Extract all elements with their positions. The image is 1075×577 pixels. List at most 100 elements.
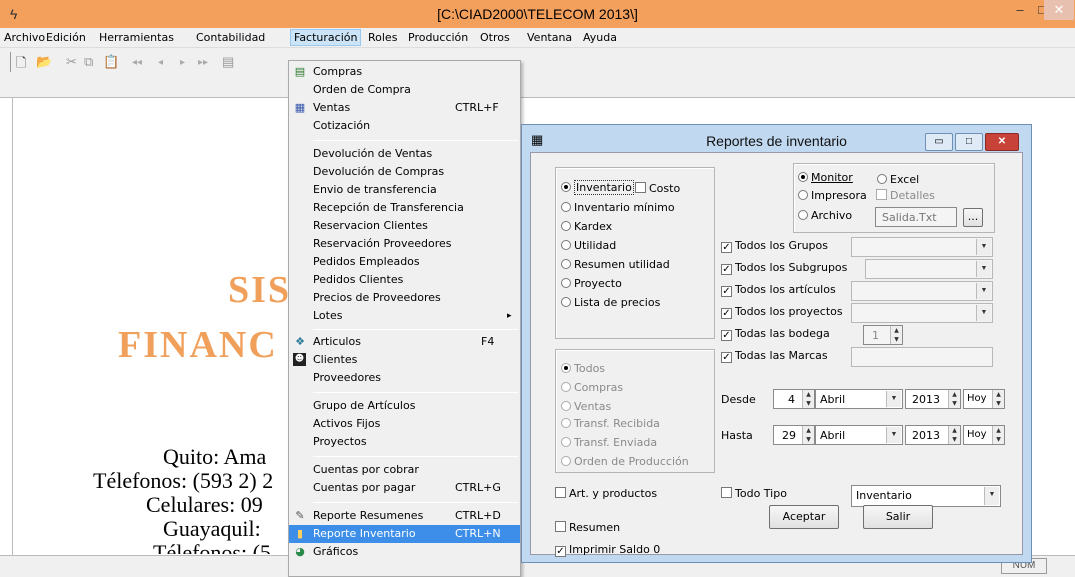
menu-item-precios-proveedores[interactable]: Precios de Proveedores — [289, 289, 520, 307]
radio-transf-enviada[interactable]: Transf. Enviada — [561, 436, 657, 449]
next-icon[interactable]: ▸ — [180, 57, 185, 68]
menu-separator — [313, 456, 518, 457]
radio-todos[interactable]: Todos — [561, 362, 605, 375]
menu-item-cuentas-cobrar[interactable]: Cuentas por cobrar — [289, 461, 520, 479]
menu-item-recepcion-transferencia[interactable]: Recepción de Transferencia — [289, 199, 520, 217]
menu-item-graficos[interactable]: ◕ Gráficos — [289, 543, 520, 561]
new-icon[interactable]: 🗋 — [16, 54, 26, 76]
menu-item-cotizacion[interactable]: Cotización — [289, 117, 520, 135]
menu-item-proyectos[interactable]: Proyectos — [289, 433, 520, 451]
menu-item-grupo-articulos[interactable]: Grupo de Artículos — [289, 397, 520, 415]
menu-item-articulos[interactable]: ❖ Articulos F4 — [289, 333, 520, 351]
hasta-month-combo[interactable]: Abril ▼ — [815, 425, 903, 445]
menu-item-devolucion-ventas[interactable]: Devolución de Ventas — [289, 145, 520, 163]
detalles-checkbox[interactable]: Detalles — [876, 189, 935, 202]
menu-ventana[interactable]: Ventana — [527, 31, 572, 44]
todas-bodega-checkbox[interactable]: ✓ Todas las bodega — [721, 327, 830, 341]
menu-item-pedidos-empleados[interactable]: Pedidos Empleados — [289, 253, 520, 271]
radio-kardex[interactable]: Kardex — [561, 220, 612, 233]
marcas-field[interactable] — [851, 347, 993, 367]
radio-monitor[interactable]: Monitor — [798, 171, 853, 184]
menu-facturacion[interactable]: Facturación — [290, 29, 362, 46]
dialog-close-button[interactable]: ✕ — [985, 133, 1019, 151]
subgrupos-combo[interactable]: ▼ — [865, 259, 993, 279]
menu-otros[interactable]: Otros — [480, 31, 510, 44]
menu-item-reporte-inventario[interactable]: ▮ Reporte Inventario CTRL+N — [289, 525, 520, 543]
desde-year-spinner[interactable]: 2013 ▲ ▼ — [905, 389, 961, 409]
radio-excel[interactable]: Excel — [877, 173, 919, 186]
paste-icon[interactable]: 📋 — [103, 54, 119, 70]
copy-icon[interactable]: ⧉ — [84, 54, 93, 70]
menu-item-clientes[interactable]: ☻ Clientes — [289, 351, 520, 369]
menu-item-proveedores[interactable]: Proveedores — [289, 369, 520, 387]
todos-subgrupos-checkbox[interactable]: ✓ Todos los Subgrupos — [721, 261, 847, 275]
preview-icon[interactable]: ▤ — [222, 54, 234, 70]
proyectos-combo[interactable]: ▼ — [851, 303, 993, 323]
menu-item-lotes[interactable]: Lotes ▸ — [289, 307, 520, 325]
menu-ayuda[interactable]: Ayuda — [583, 31, 617, 44]
menu-item-cuentas-pagar[interactable]: Cuentas por pagar CTRL+G — [289, 479, 520, 497]
hasta-year-spinner[interactable]: 2013 ▲ ▼ — [905, 425, 961, 445]
menu-item-pedidos-clientes[interactable]: Pedidos Clientes — [289, 271, 520, 289]
hasta-hoy-spinner[interactable]: Hoy ▲ ▼ — [963, 425, 1005, 445]
todo-tipo-checkbox[interactable]: Todo Tipo — [721, 487, 787, 500]
first-icon[interactable]: ◂◂ — [132, 57, 142, 68]
menu-contabilidad[interactable]: Contabilidad — [196, 31, 265, 44]
menu-item-reservacion-proveedores[interactable]: Reservación Proveedores — [289, 235, 520, 253]
desde-month-combo[interactable]: Abril ▼ — [815, 389, 903, 409]
menu-item-orden-compra[interactable]: Orden de Compra — [289, 81, 520, 99]
todos-articulos-checkbox[interactable]: ✓ Todos los artículos — [721, 283, 836, 297]
todos-grupos-checkbox[interactable]: ✓ Todos los Grupos — [721, 239, 828, 253]
menu-roles[interactable]: Roles — [368, 31, 397, 44]
menu-item-reporte-resumenes[interactable]: ✎ Reporte Resumenes CTRL+D — [289, 507, 520, 525]
aceptar-button[interactable]: Aceptar — [769, 505, 839, 529]
radio-impresora[interactable]: Impresora — [798, 189, 867, 202]
radio-lista-precios[interactable]: Lista de precios — [561, 296, 660, 309]
radio-archivo[interactable]: Archivo — [798, 209, 852, 222]
radio-orden-produccion[interactable]: Orden de Producción — [561, 455, 689, 468]
menu-item-compras[interactable]: ▤ Compras — [289, 63, 520, 81]
imprimir-saldo-checkbox[interactable]: ✓ Imprimir Saldo 0 — [555, 543, 660, 557]
hasta-day-spinner[interactable]: 29 ▲ ▼ — [773, 425, 815, 445]
radio-compras[interactable]: Compras — [561, 381, 623, 394]
dialog-minimize-button[interactable]: ▭ — [925, 133, 953, 151]
open-icon[interactable]: 📂 — [36, 54, 52, 70]
bodega-spinner[interactable]: 1 ▲ ▼ — [863, 325, 903, 345]
radio-resumen-utilidad[interactable]: Resumen utilidad — [561, 258, 670, 271]
desde-day-spinner[interactable]: 4 ▲ ▼ — [773, 389, 815, 409]
articulos-combo[interactable]: ▼ — [851, 281, 993, 301]
desde-hoy-spinner[interactable]: Hoy ▲ ▼ — [963, 389, 1005, 409]
menu-item-activos-fijos[interactable]: Activos Fijos — [289, 415, 520, 433]
menu-item-envio-transferencia[interactable]: Envio de transferencia — [289, 181, 520, 199]
art-productos-checkbox[interactable]: Art. y productos — [555, 487, 657, 500]
last-icon[interactable]: ▸▸ — [198, 57, 208, 68]
radio-utilidad[interactable]: Utilidad — [561, 239, 616, 252]
dialog-maximize-button[interactable]: □ — [955, 133, 983, 151]
radio-ventas[interactable]: Ventas — [561, 400, 611, 413]
costo-checkbox[interactable]: Costo — [635, 182, 680, 195]
tipo-combo[interactable]: Inventario ▼ — [851, 485, 1001, 507]
todas-marcas-checkbox[interactable]: ✓ Todas las Marcas — [721, 349, 828, 363]
resumen-checkbox[interactable]: Resumen — [555, 521, 620, 534]
menu-item-reservacion-clientes[interactable]: Reservacion Clientes — [289, 217, 520, 235]
radio-proyecto[interactable]: Proyecto — [561, 277, 622, 290]
menu-herramientas[interactable]: Herramientas — [99, 31, 174, 44]
menu-item-devolucion-compras[interactable]: Devolución de Compras — [289, 163, 520, 181]
minimize-button[interactable]: – — [1008, 0, 1032, 20]
prev-icon[interactable]: ◂ — [158, 57, 163, 68]
browse-button[interactable]: ... — [963, 208, 983, 227]
menu-archivo[interactable]: Archivo — [4, 31, 45, 44]
radio-transf-recibida[interactable]: Transf. Recibida — [561, 417, 660, 430]
menu-edicion[interactable]: Edición — [46, 31, 86, 44]
menu-item-ventas[interactable]: ▦ Ventas CTRL+F — [289, 99, 520, 117]
close-button[interactable]: ✕ — [1044, 0, 1074, 20]
radio-inventario-minimo[interactable]: Inventario mínimo — [561, 201, 675, 214]
title-bar: ϟ [C:\CIAD2000\TELECOM 2013\] – □ ✕ — [0, 0, 1075, 28]
salir-button[interactable]: Salir — [863, 505, 933, 529]
radio-inventario[interactable]: Inventario — [561, 180, 634, 195]
file-name-field[interactable]: Salida.Txt — [875, 207, 957, 227]
menu-produccion[interactable]: Producción — [408, 31, 468, 44]
cut-icon[interactable]: ✂ — [66, 54, 77, 70]
todos-proyectos-checkbox[interactable]: ✓ Todos los proyectos — [721, 305, 843, 319]
grupos-combo[interactable]: ▼ — [851, 237, 993, 257]
